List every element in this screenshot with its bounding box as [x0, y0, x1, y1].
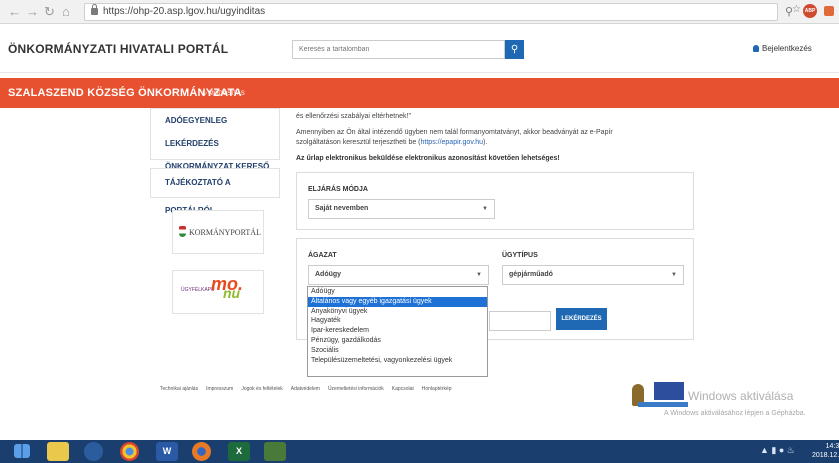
eljaras-panel: ELJÁRÁS MÓDJA Saját nevemben ▼ [296, 172, 694, 230]
word-icon[interactable]: W [156, 442, 178, 461]
search-button[interactable]: ⚲ [505, 40, 524, 59]
nu-label: nu [223, 285, 241, 301]
home-icon[interactable]: ⌂ [62, 4, 70, 20]
footer-link[interactable]: Kapcsolat [392, 386, 414, 392]
taskbar: W X ▲ ▮ ● ♨ 14:39 2018.12.1 [0, 440, 839, 463]
footer-link[interactable]: Üzemeltetési információk [328, 386, 384, 392]
dropdown-option[interactable]: Pénzügy, gazdálkodás [308, 336, 487, 346]
eu-flag-logo [654, 382, 684, 400]
address-bar[interactable]: https://ohp-20.asp.lgov.hu/ugyinditas [84, 3, 778, 21]
dropdown-option[interactable]: Hagyaték [308, 316, 487, 326]
extension-icon[interactable]: ABP [803, 4, 817, 18]
portal-title[interactable]: ÖNKORMÁNYZATI HIVATALI PORTÁL [8, 42, 228, 56]
sidebar-box-info: TÁJÉKOZTATÓ A PORTÁLRÓL [150, 168, 280, 215]
dropdown-option[interactable]: Településüzemeltetési, vagyonkezelési üg… [308, 356, 487, 366]
footer-link[interactable]: Impresszum [206, 386, 233, 392]
chrome-icon[interactable] [120, 442, 139, 461]
dropdown-option[interactable]: Ipar-kereskedelem [308, 326, 487, 336]
dropdown-option[interactable]: Szociális [308, 346, 487, 356]
star-icon[interactable]: ☆ [792, 4, 801, 15]
word-label: W [162, 446, 172, 456]
chevron-down-icon: ▼ [671, 272, 677, 278]
firefox-icon[interactable] [192, 442, 211, 461]
modify-label: MÓDOSÍTÁS [208, 91, 245, 97]
footer-link[interactable]: Adatvédelem [291, 386, 320, 392]
chevron-down-icon: ▼ [476, 272, 482, 278]
search-input[interactable] [292, 40, 505, 59]
forward-arrow-icon[interactable]: → [26, 4, 39, 20]
sidebar-item-adoegyenleg[interactable]: ADÓEGYENLEG LEKÉRDEZÉS [165, 109, 279, 155]
portal-header: ÖNKORMÁNYZATI HIVATALI PORTÁL ⚲ Bejelent… [0, 25, 839, 73]
browser-menu-icon[interactable] [824, 6, 834, 16]
query-input[interactable] [489, 311, 551, 331]
epapir-info: Amennyiben az Ön által intézendő ügyben … [296, 128, 651, 148]
crest-icon [179, 226, 186, 237]
dropdown-option[interactable]: Általános vagy egyéb igazgatási ügyek [308, 296, 487, 307]
ugyfelkapu-label: ÜGYFÉLKAPU [181, 287, 215, 293]
system-tray-icons[interactable]: ▲ ▮ ● ♨ [760, 445, 795, 456]
kormanyportal-logo[interactable]: KORMÁNYPORTÁL [172, 210, 264, 254]
activation-watermark-title: Windows aktiválása [688, 389, 794, 403]
media-player-icon[interactable] [84, 442, 103, 461]
ugytipus-label: ÜGYTÍPUS [502, 252, 538, 259]
modify-link[interactable]: ↻ MÓDOSÍTÁS [202, 90, 245, 97]
electronic-note: Az űrlap elektronikus beküldése elektron… [296, 155, 560, 162]
clock-time: 14:39 [825, 443, 839, 450]
sidebar-box-links: ADÓEGYENLEG LEKÉRDEZÉS ÖNKORMÁNYZAT KERE… [150, 108, 280, 171]
back-arrow-icon[interactable]: ← [8, 4, 21, 20]
ugytipus-select[interactable]: gépjárműadó ▼ [502, 265, 684, 285]
epapir-link[interactable]: https://epapir.gov.hu [421, 139, 484, 146]
agazat-select[interactable]: Adóügy ▼ [308, 265, 489, 285]
file-explorer-icon[interactable] [47, 442, 69, 461]
login-link[interactable]: Bejelentkezés [753, 44, 812, 53]
taskbar-clock[interactable]: 14:39 2018.12.1 [812, 442, 839, 460]
footer-link[interactable]: Honlaptérkép [422, 386, 452, 392]
intro-line: és ellenőrzési szabályai eltérhetnek!" [296, 113, 411, 120]
dropdown-option[interactable]: Anyakönyvi ügyek [308, 307, 487, 317]
infoblokk-logo [638, 402, 688, 407]
dropdown-option[interactable]: Adóügy [308, 287, 487, 297]
footer-links: Technikai ajánlás Impresszum Jogok és felt… [160, 386, 460, 392]
ugytipus-value: gépjárműadó [509, 271, 553, 278]
search-icon: ⚲ [510, 44, 519, 55]
start-button-icon[interactable] [14, 444, 30, 458]
activation-watermark-subtitle: A Windows aktiválásához lépjen a Gépházb… [664, 410, 806, 417]
footer-link[interactable]: Technikai ajánlás [160, 386, 198, 392]
browser-toolbar: ← → ↻ ⌂ https://ohp-20.asp.lgov.hu/ugyin… [0, 0, 839, 24]
user-icon [753, 45, 759, 52]
footer-link[interactable]: Jogok és feltételek [241, 386, 282, 392]
eljaras-value: Saját nevemben [315, 205, 369, 212]
eljaras-label: ELJÁRÁS MÓDJA [308, 186, 368, 193]
login-label: Bejelentkezés [762, 44, 812, 53]
agazat-dropdown-list[interactable]: Adóügy Általános vagy egyéb igazgatási üg… [307, 286, 488, 377]
kormanyportal-logo-text: KORMÁNYPORTÁL [179, 226, 261, 237]
excel-label: X [235, 446, 242, 456]
ugyfelkapu-logo[interactable]: ÜGYFÉLKAPU mo. nu [172, 270, 264, 314]
ugyfelkapu-logo-mark: ÜGYFÉLKAPU mo. nu [181, 274, 243, 301]
eljaras-select[interactable]: Saját nevemben ▼ [308, 199, 495, 219]
agazat-value: Adóügy [315, 271, 342, 278]
reload-icon[interactable]: ↻ [44, 4, 55, 20]
query-button[interactable]: LEKÉRDEZÉS [556, 308, 607, 330]
agazat-label: ÁGAZAT [308, 252, 337, 259]
clock-date: 2018.12.1 [812, 452, 839, 459]
municipality-banner: SZALASZEND KÖZSÉG ÖNKORMÁNYZATA ↻ MÓDOSÍ… [0, 78, 839, 108]
excel-icon[interactable]: X [228, 442, 250, 461]
url-text: https://ohp-20.asp.lgov.hu/ugyinditas [103, 6, 266, 17]
app-icon[interactable] [264, 442, 286, 461]
kormanyportal-label: KORMÁNYPORTÁL [189, 228, 261, 237]
chevron-down-icon: ▼ [482, 206, 488, 212]
lock-icon [91, 4, 98, 15]
info-text-2: ). [483, 139, 488, 146]
